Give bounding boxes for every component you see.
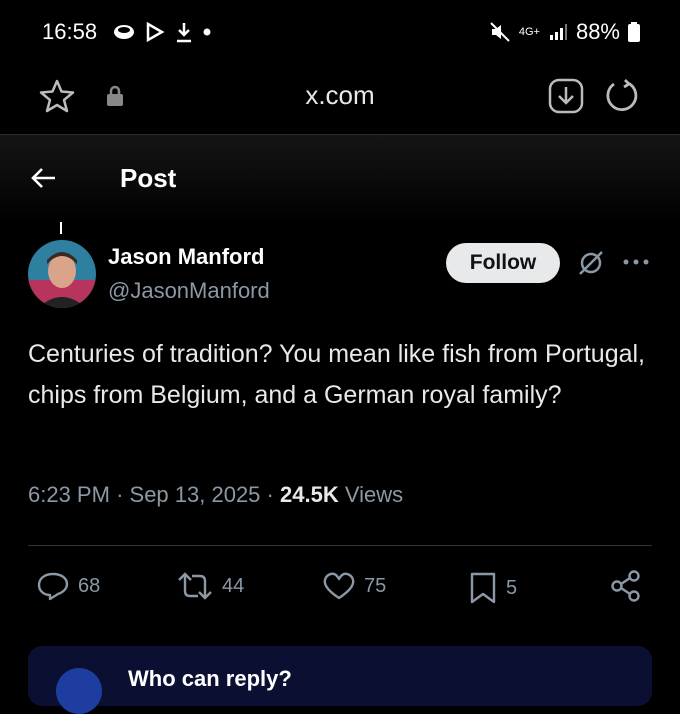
more-options-icon[interactable] (622, 252, 650, 272)
thread-line (60, 222, 62, 234)
status-bar: 16:58 4G+ 88% (0, 0, 680, 64)
reply-count: 68 (78, 574, 101, 597)
network-type: 4G+ (518, 26, 540, 38)
views-count: 24.5K (280, 482, 339, 507)
status-time: 16:58 (42, 19, 98, 44)
reload-icon[interactable] (604, 78, 640, 114)
reply-button[interactable]: 68 (36, 571, 100, 601)
share-button[interactable] (610, 569, 642, 603)
battery-level: 88% (575, 19, 620, 44)
post-header: Post (0, 135, 680, 225)
action-bar: 68 44 75 5 (0, 565, 680, 609)
divider (28, 545, 652, 546)
mute-icon (490, 22, 510, 42)
post-time[interactable]: 6:23 PM (28, 482, 110, 507)
post-date[interactable]: Sep 13, 2025 (130, 482, 261, 507)
browser-url-bar: x.com (0, 64, 680, 135)
like-count: 75 (364, 574, 387, 597)
like-button[interactable]: 75 (322, 571, 386, 601)
page-title: Post (120, 163, 177, 193)
bookmark-count: 5 (506, 576, 518, 599)
views-label: Views (344, 482, 404, 507)
who-can-reply-banner: Who can reply? (28, 646, 652, 714)
share-icon (611, 570, 640, 602)
author-handle[interactable]: @JasonManford (108, 278, 270, 304)
repost-count: 44 (222, 574, 245, 597)
heart-icon (323, 572, 355, 600)
avatar[interactable] (28, 240, 96, 308)
follow-button[interactable]: Follow (446, 243, 560, 283)
play-store-icon (146, 21, 165, 43)
cloud-icon (114, 25, 134, 39)
post-meta: 6:23 PM · Sep 13, 2025 · 24.5K Views (28, 482, 404, 507)
banner-title: Who can reply? (128, 666, 292, 691)
bookmark-button[interactable]: 5 (468, 571, 517, 605)
repost-icon (178, 572, 212, 600)
download-page-icon[interactable] (548, 78, 584, 114)
author-name[interactable]: Jason Manford (108, 244, 264, 270)
bookmark-icon (470, 572, 496, 604)
dot-icon (203, 28, 211, 36)
repost-button[interactable]: 44 (176, 571, 244, 601)
download-icon (177, 23, 191, 43)
at-icon (56, 668, 102, 714)
grok-icon[interactable] (576, 248, 606, 278)
signal-icon (549, 24, 567, 40)
post-text: Centuries of tradition? You mean like fi… (28, 340, 646, 409)
battery-icon (628, 22, 640, 42)
reply-icon (37, 572, 69, 601)
notification-icons (112, 21, 212, 43)
back-arrow-icon[interactable] (28, 163, 58, 193)
